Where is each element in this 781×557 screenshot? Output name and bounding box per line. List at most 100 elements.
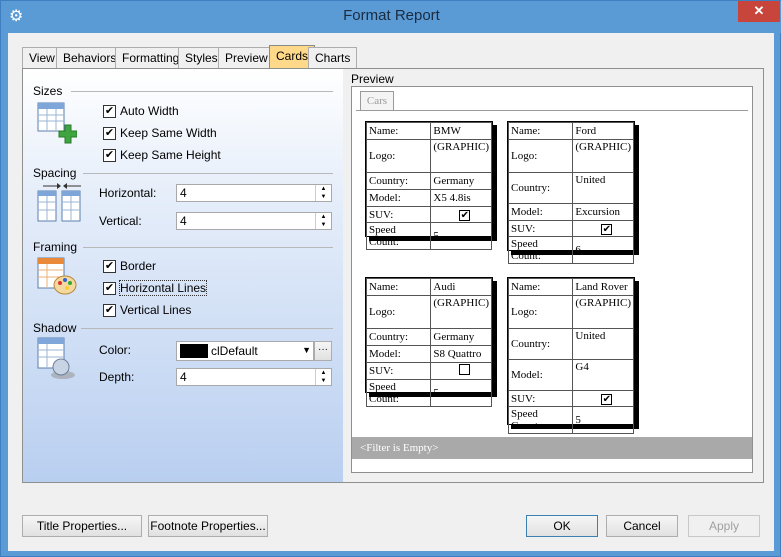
field-label: Name: — [507, 122, 574, 140]
card-bmw: Name: BMW Logo: (GRAPHIC) Country: Germany … — [365, 121, 493, 250]
tab-behaviors[interactable]: Behaviors — [56, 47, 124, 69]
field-label: Model: — [507, 359, 574, 391]
field-label: Name: — [365, 122, 432, 140]
field-value: Germany — [430, 172, 492, 190]
field-label: Name: — [507, 278, 574, 296]
suv-checkbox — [459, 364, 471, 375]
field-label: SUV: — [507, 220, 574, 237]
field-value: (GRAPHIC) — [572, 295, 634, 329]
suv-checkbox: ✔ — [459, 209, 471, 221]
horizontal-value: 4 — [180, 186, 187, 200]
framing-section-label: Framing — [33, 240, 78, 254]
field-label: Speed Count: — [365, 379, 432, 407]
spin-down-icon[interactable]: ▼ — [316, 377, 331, 385]
preview-area: Preview Cars Name: BMW Logo: (GRAPHIC) Cou… — [343, 69, 763, 482]
field-label: SUV: — [365, 206, 432, 223]
preview-frame: Cars Name: BMW Logo: (GRAPHIC) Country: Ger… — [351, 86, 753, 473]
dialog-client: View Behaviors Formatting Styles Preview… — [8, 33, 774, 551]
spin-down-icon[interactable]: ▼ — [316, 221, 331, 229]
shadow-icon — [37, 337, 77, 379]
card-ford: Name: Ford Logo: (GRAPHIC) Country: United … — [507, 121, 635, 264]
field-value: X5 4.8is — [430, 189, 492, 207]
field-label: Country: — [507, 172, 574, 204]
field-value: Germany — [430, 328, 492, 346]
field-label: Logo: — [507, 295, 574, 329]
color-ellipsis-button[interactable]: ··· — [314, 341, 332, 361]
checkbox-box[interactable]: ✔ — [103, 126, 116, 140]
format-report-window: ⚙ Format Report ✕ View Behaviors Formatt… — [0, 0, 781, 557]
checkbox-box[interactable]: ✔ — [103, 148, 116, 162]
field-value: BMW — [430, 122, 492, 140]
keep-same-height-label: Keep Same Height — [120, 148, 221, 162]
spin-down-icon[interactable]: ▼ — [316, 193, 331, 201]
shadow-color-select[interactable]: clDefault ▼ — [176, 341, 314, 361]
field-label: Speed Count: — [507, 406, 574, 434]
palette-icon — [37, 257, 77, 297]
field-label: Model: — [365, 189, 432, 207]
checkbox-box[interactable]: ✔ — [103, 104, 116, 118]
field-value: 5 — [572, 406, 634, 434]
resize-icon — [37, 101, 78, 144]
close-button[interactable]: ✕ — [738, 1, 780, 22]
keep-same-width-label: Keep Same Width — [120, 126, 217, 140]
depth-label: Depth: — [99, 370, 135, 384]
cards-panel: Sizes ✔ Auto Width ✔ Keep Same Width ✔ K… — [22, 68, 764, 483]
chevron-down-icon[interactable]: ▼ — [302, 345, 311, 355]
field-value: (GRAPHIC) — [572, 139, 634, 173]
checkbox-box[interactable]: ✔ — [103, 303, 116, 317]
tab-preview[interactable]: Preview — [218, 47, 275, 69]
field-label: Country: — [365, 328, 432, 346]
field-label: Model: — [507, 203, 574, 221]
spin-up-icon[interactable]: ▲ — [316, 185, 331, 193]
preview-tab-divider — [356, 110, 748, 111]
depth-spin-input[interactable]: 4 ▲ ▼ — [176, 368, 332, 386]
border-checkbox[interactable]: ✔ Border — [103, 257, 156, 275]
spin-up-icon[interactable]: ▲ — [316, 369, 331, 377]
field-label: Country: — [507, 328, 574, 360]
field-label: SUV: — [365, 362, 432, 380]
keep-same-height-checkbox[interactable]: ✔ Keep Same Height — [103, 146, 221, 164]
tab-charts[interactable]: Charts — [308, 47, 358, 69]
border-label: Border — [120, 259, 157, 273]
title-bar: ⚙ Format Report ✕ — [1, 1, 781, 33]
cancel-button[interactable]: Cancel — [606, 515, 678, 537]
shadow-divider — [81, 328, 333, 329]
field-value: S8 Quattro — [430, 345, 492, 363]
checkbox-box[interactable]: ✔ — [103, 259, 116, 273]
field-value: United — [572, 172, 634, 204]
spin-buttons[interactable]: ▲ ▼ — [315, 369, 331, 385]
field-label: Logo: — [365, 139, 432, 173]
framing-divider — [83, 247, 333, 248]
horizontal-spin-input[interactable]: 4 ▲ ▼ — [176, 184, 332, 202]
ok-button[interactable]: OK — [526, 515, 598, 537]
field-value: Audi — [430, 278, 492, 296]
spin-up-icon[interactable]: ▲ — [316, 213, 331, 221]
cars-tab[interactable]: Cars — [360, 91, 394, 111]
footnote-properties-button[interactable]: Footnote Properties... — [148, 515, 268, 537]
spacing-section-label: Spacing — [33, 166, 77, 180]
field-value: (GRAPHIC) — [430, 139, 492, 173]
keep-same-width-checkbox[interactable]: ✔ Keep Same Width — [103, 124, 217, 142]
field-value: (GRAPHIC) — [430, 295, 492, 329]
vertical-spin-input[interactable]: 4 ▲ ▼ — [176, 212, 332, 230]
spacing-icon — [37, 182, 81, 222]
field-label: Country: — [365, 172, 432, 190]
color-label: Color: — [99, 343, 132, 357]
auto-width-checkbox[interactable]: ✔ Auto Width — [103, 102, 179, 120]
card-land-rover: Name: Land Rover Logo: (GRAPHIC) Country: U… — [507, 277, 635, 434]
preview-label: Preview — [351, 72, 394, 86]
spin-buttons[interactable]: ▲ ▼ — [315, 185, 331, 201]
title-properties-button[interactable]: Title Properties... — [22, 515, 142, 537]
field-value: Land Rover — [572, 278, 634, 296]
suv-checkbox: ✔ — [601, 393, 613, 405]
field-value: 6 — [572, 236, 634, 264]
apply-button[interactable]: Apply — [688, 515, 760, 537]
checkbox-box[interactable]: ✔ — [103, 281, 116, 295]
horizontal-lines-checkbox[interactable]: ✔ Horizontal Lines — [103, 279, 208, 297]
spin-buttons[interactable]: ▲ ▼ — [315, 213, 331, 229]
vertical-lines-checkbox[interactable]: ✔ Vertical Lines — [103, 301, 191, 319]
card-audi: Name: Audi Logo: (GRAPHIC) Country: Germany… — [365, 277, 493, 407]
horizontal-label: Horizontal: — [99, 186, 157, 200]
tab-formatting[interactable]: Formatting — [115, 47, 187, 69]
field-label: Logo: — [365, 295, 432, 329]
